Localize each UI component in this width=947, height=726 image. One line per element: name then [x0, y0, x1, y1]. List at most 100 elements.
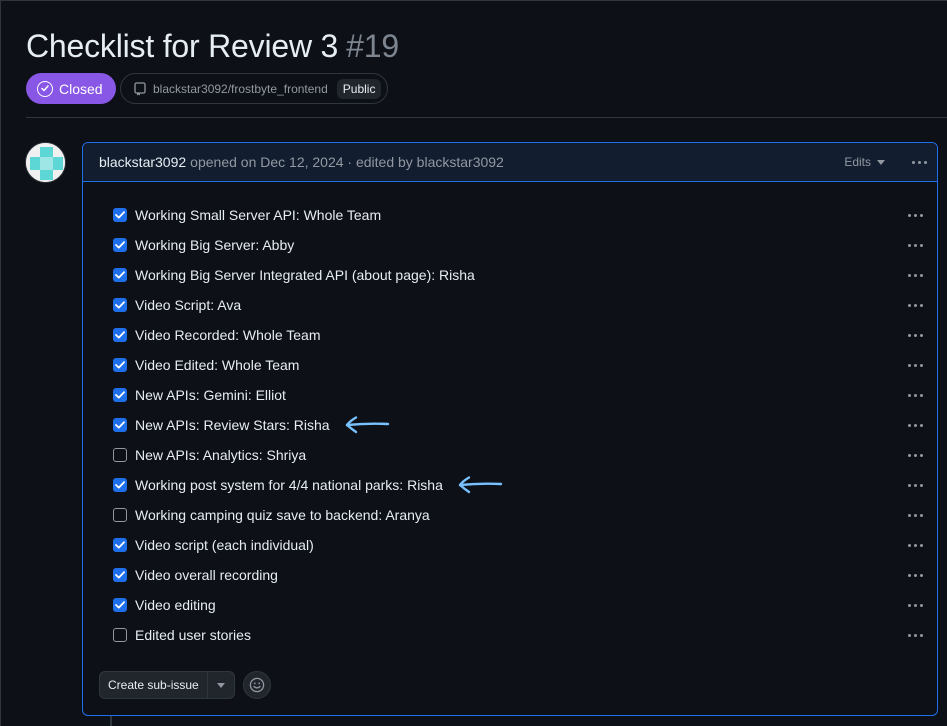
create-sub-issue-split-button: Create sub-issue	[99, 671, 235, 699]
task-options-kebab-icon[interactable]	[908, 244, 923, 247]
chevron-down-icon	[216, 682, 225, 688]
task-options-kebab-icon[interactable]	[908, 574, 923, 577]
annotation-arrow-icon	[457, 475, 503, 495]
checkmark-icon	[115, 211, 125, 219]
task-label: Video editing	[135, 597, 216, 613]
task-checkbox[interactable]	[113, 328, 127, 342]
check-circle-icon	[37, 80, 53, 97]
task-checkbox[interactable]	[113, 268, 127, 282]
chevron-down-icon	[877, 159, 885, 165]
header-divider	[26, 117, 947, 118]
add-reaction-button[interactable]	[242, 671, 271, 699]
task-item: Video Edited: Whole Team	[83, 350, 937, 380]
task-options-kebab-icon[interactable]	[908, 484, 923, 487]
checkmark-icon	[115, 541, 125, 549]
edits-label: Edits	[844, 155, 871, 169]
task-checkbox[interactable]	[113, 208, 127, 222]
comment-meta: opened on Dec 12, 2024 · edited by black…	[190, 154, 504, 170]
task-label: Video Recorded: Whole Team	[135, 327, 321, 343]
edits-dropdown[interactable]: Edits	[844, 155, 885, 169]
checkmark-icon	[115, 571, 125, 579]
task-options-kebab-icon[interactable]	[908, 364, 923, 367]
task-item: Working Big Server: Abby	[83, 230, 937, 260]
task-label: Working post system for 4/4 national par…	[135, 477, 443, 493]
task-checkbox[interactable]	[113, 238, 127, 252]
task-checkbox[interactable]	[113, 598, 127, 612]
task-label: Working camping quiz save to backend: Ar…	[135, 507, 430, 523]
task-checkbox[interactable]	[113, 388, 127, 402]
task-options-kebab-icon[interactable]	[908, 214, 923, 217]
task-label: New APIs: Analytics: Shriya	[135, 447, 307, 463]
repo-name[interactable]: blackstar3092/frostbyte_frontend	[153, 82, 328, 96]
task-list: Working Small Server API: Whole Team Work…	[83, 200, 937, 650]
task-checkbox[interactable]	[113, 508, 127, 522]
task-label: New APIs: Gemini: Elliot	[135, 387, 286, 403]
task-options-kebab-icon[interactable]	[908, 304, 923, 307]
create-sub-issue-menu-button[interactable]	[208, 672, 234, 698]
checkmark-icon	[115, 361, 125, 369]
task-item: Video overall recording	[83, 560, 937, 590]
annotation-arrow-icon	[344, 415, 390, 435]
window-frame-top	[0, 0, 947, 3]
task-checkbox[interactable]	[113, 448, 127, 462]
task-checkbox[interactable]	[113, 478, 127, 492]
checkmark-icon	[115, 301, 125, 309]
issue-title: Checklist for Review 3 #19	[26, 28, 399, 65]
task-item: Video editing	[83, 590, 937, 620]
task-checkbox[interactable]	[113, 298, 127, 312]
task-options-kebab-icon[interactable]	[908, 604, 923, 607]
issue-title-text: Checklist for Review 3	[26, 28, 339, 64]
task-options-kebab-icon[interactable]	[908, 514, 923, 517]
checkmark-icon	[115, 241, 125, 249]
task-label: Video Script: Ava	[135, 297, 242, 313]
task-item: New APIs: Gemini: Elliot	[83, 380, 937, 410]
task-checkbox[interactable]	[113, 358, 127, 372]
task-checkbox[interactable]	[113, 418, 127, 432]
issue-body-comment: blackstar3092 opened on Dec 12, 2024 · e…	[82, 142, 938, 716]
task-options-kebab-icon[interactable]	[908, 454, 923, 457]
create-sub-issue-button[interactable]: Create sub-issue	[100, 672, 208, 698]
window-frame-left	[0, 0, 3, 726]
visibility-badge: Public	[336, 78, 382, 99]
comment-header: blackstar3092 opened on Dec 12, 2024 · e…	[83, 143, 937, 182]
task-checkbox[interactable]	[113, 568, 127, 582]
task-item: Working Big Server Integrated API (about…	[83, 260, 937, 290]
repo-chip[interactable]: blackstar3092/frostbyte_frontend Public	[120, 73, 389, 104]
task-options-kebab-icon[interactable]	[908, 634, 923, 637]
issue-number: #19	[346, 28, 399, 64]
task-item: Working post system for 4/4 national par…	[83, 470, 937, 500]
closed-state-badge: Closed	[26, 73, 116, 104]
task-label: Working Big Server Integrated API (about…	[135, 267, 475, 283]
task-options-kebab-icon[interactable]	[908, 274, 923, 277]
checkmark-icon	[115, 481, 125, 489]
repo-icon	[134, 81, 146, 96]
task-item: Video Recorded: Whole Team	[83, 320, 937, 350]
task-checkbox[interactable]	[113, 538, 127, 552]
task-label: Edited user stories	[135, 627, 251, 643]
task-options-kebab-icon[interactable]	[908, 334, 923, 337]
timeline-line	[110, 716, 112, 726]
comment-options-kebab-icon[interactable]	[912, 161, 927, 164]
state-label: Closed	[59, 80, 103, 97]
checkmark-icon	[115, 271, 125, 279]
task-item: Working Small Server API: Whole Team	[83, 200, 937, 230]
checkmark-icon	[115, 601, 125, 609]
task-options-kebab-icon[interactable]	[908, 424, 923, 427]
task-label: New APIs: Review Stars: Risha	[135, 417, 330, 433]
task-checkbox[interactable]	[113, 628, 127, 642]
task-item: Video script (each individual)	[83, 530, 937, 560]
task-label: Video overall recording	[135, 567, 278, 583]
task-label: Video Edited: Whole Team	[135, 357, 300, 373]
checkmark-icon	[115, 391, 125, 399]
comment-footer: Create sub-issue	[99, 671, 271, 699]
checkmark-icon	[115, 331, 125, 339]
task-item: Working camping quiz save to backend: Ar…	[83, 500, 937, 530]
comment-author[interactable]: blackstar3092	[99, 154, 186, 170]
task-item: Video Script: Ava	[83, 290, 937, 320]
author-avatar[interactable]	[25, 142, 66, 183]
task-options-kebab-icon[interactable]	[908, 544, 923, 547]
checkmark-icon	[115, 421, 125, 429]
task-item: Edited user stories	[83, 620, 937, 650]
task-label: Video script (each individual)	[135, 537, 314, 553]
task-options-kebab-icon[interactable]	[908, 394, 923, 397]
